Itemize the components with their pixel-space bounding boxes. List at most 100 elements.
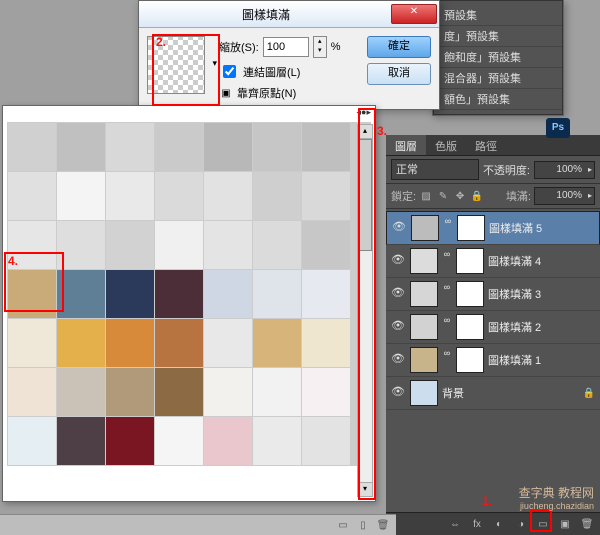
- lock-brush-icon[interactable]: ✎: [436, 189, 450, 203]
- pattern-swatch[interactable]: [155, 172, 203, 220]
- visibility-icon[interactable]: 👁: [390, 385, 406, 401]
- trash2-icon[interactable]: 🗑: [376, 518, 390, 532]
- pattern-swatch[interactable]: [155, 319, 203, 367]
- pattern-swatch[interactable]: [302, 123, 350, 171]
- pattern-swatch[interactable]: [8, 270, 56, 318]
- layer-row[interactable]: 👁∞圖樣填滿 3: [386, 278, 600, 311]
- layer-name[interactable]: 圖樣填滿 4: [488, 253, 596, 269]
- pattern-swatch[interactable]: [8, 319, 56, 367]
- lock-move-icon[interactable]: ✥: [453, 189, 467, 203]
- pattern-swatch[interactable]: [57, 221, 105, 269]
- lock-pixels-icon[interactable]: ▨: [419, 189, 433, 203]
- layer-name[interactable]: 圖樣填滿 5: [489, 220, 595, 236]
- pattern-swatch[interactable]: [302, 270, 350, 318]
- blend-mode-select[interactable]: 正常: [391, 159, 479, 180]
- pattern-swatch[interactable]: [155, 368, 203, 416]
- pattern-swatch[interactable]: [302, 368, 350, 416]
- pattern-swatch[interactable]: [204, 319, 252, 367]
- pattern-swatch[interactable]: [253, 270, 301, 318]
- pattern-swatch[interactable]: [204, 123, 252, 171]
- layer-row[interactable]: 👁∞圖樣填滿 5: [386, 211, 600, 245]
- adjustment-icon[interactable]: ◑: [514, 517, 528, 531]
- preset-item[interactable]: 飽和度」預設集: [434, 47, 562, 68]
- pattern-swatch[interactable]: [302, 417, 350, 465]
- layer-name[interactable]: 圖樣填滿 1: [488, 352, 596, 368]
- pattern-swatch[interactable]: [8, 368, 56, 416]
- pattern-swatch[interactable]: [106, 319, 154, 367]
- pattern-swatch[interactable]: [204, 172, 252, 220]
- pattern-swatch[interactable]: [204, 417, 252, 465]
- fill-input[interactable]: 100%: [534, 187, 595, 205]
- layer-thumb[interactable]: [410, 347, 438, 373]
- panel-tab[interactable]: 路徑: [466, 135, 506, 155]
- layer-row[interactable]: 👁∞圖樣填滿 2: [386, 311, 600, 344]
- cancel-button[interactable]: 取消: [367, 63, 431, 85]
- panel-tab[interactable]: 圖層: [386, 135, 426, 155]
- preset-item[interactable]: 度」預設集: [434, 26, 562, 47]
- layer-name[interactable]: 背景: [442, 385, 578, 401]
- folder-icon[interactable]: ▭: [536, 517, 550, 531]
- preset-item[interactable]: 混合器」預設集: [434, 68, 562, 89]
- pattern-swatch[interactable]: [155, 123, 203, 171]
- pattern-swatch[interactable]: [57, 172, 105, 220]
- pattern-swatch[interactable]: [57, 417, 105, 465]
- mask-thumb[interactable]: [456, 314, 484, 340]
- pattern-swatch[interactable]: [106, 221, 154, 269]
- pattern-swatch[interactable]: [106, 417, 154, 465]
- pattern-swatch[interactable]: [106, 123, 154, 171]
- mask-thumb[interactable]: [456, 281, 484, 307]
- visibility-icon[interactable]: 👁: [390, 286, 406, 302]
- pattern-swatch[interactable]: [302, 172, 350, 220]
- pattern-swatch[interactable]: [302, 221, 350, 269]
- scale-spinner[interactable]: ▴▾: [313, 36, 327, 58]
- layer-name[interactable]: 圖樣填滿 2: [488, 319, 596, 335]
- pattern-swatch[interactable]: [204, 221, 252, 269]
- doc-icon[interactable]: ▭: [336, 518, 350, 532]
- dialog-titlebar[interactable]: 圖樣填滿 ✕: [139, 1, 439, 28]
- pattern-swatch[interactable]: [204, 270, 252, 318]
- trash-icon[interactable]: 🗑: [580, 517, 594, 531]
- scrollbar[interactable]: ▴ ▾: [357, 124, 373, 497]
- pattern-swatch[interactable]: [155, 417, 203, 465]
- ok-button[interactable]: 確定: [367, 36, 431, 58]
- layer-name[interactable]: 圖樣填滿 3: [488, 286, 596, 302]
- scroll-down-icon[interactable]: ▾: [358, 482, 372, 496]
- pattern-swatch[interactable]: [106, 172, 154, 220]
- doc2-icon[interactable]: ▯: [356, 518, 370, 532]
- layer-thumb[interactable]: [410, 314, 438, 340]
- preset-item[interactable]: 預設集: [434, 5, 562, 26]
- pattern-swatch[interactable]: [8, 123, 56, 171]
- mask-thumb[interactable]: [457, 215, 485, 241]
- visibility-icon[interactable]: 👁: [390, 319, 406, 335]
- visibility-icon[interactable]: 👁: [390, 253, 406, 269]
- layer-row[interactable]: 👁背景🔒: [386, 377, 600, 410]
- pattern-swatch[interactable]: [253, 221, 301, 269]
- pattern-swatch[interactable]: [253, 319, 301, 367]
- link-icon[interactable]: ⇔: [448, 517, 462, 531]
- pattern-swatch[interactable]: [57, 270, 105, 318]
- pattern-swatch[interactable]: [155, 221, 203, 269]
- pattern-swatch[interactable]: [106, 368, 154, 416]
- visibility-icon[interactable]: 👁: [391, 220, 407, 236]
- pattern-swatch[interactable]: [253, 417, 301, 465]
- fx-icon[interactable]: fx: [470, 517, 484, 531]
- visibility-icon[interactable]: 👁: [390, 352, 406, 368]
- pattern-swatch[interactable]: [253, 123, 301, 171]
- pattern-swatch[interactable]: [302, 319, 350, 367]
- scale-input[interactable]: [263, 37, 309, 57]
- close-icon[interactable]: ✕: [391, 4, 437, 24]
- panel-tab[interactable]: 色版: [426, 135, 466, 155]
- pattern-swatch[interactable]: [8, 417, 56, 465]
- pattern-swatch[interactable]: [253, 172, 301, 220]
- mask-icon[interactable]: ◐: [492, 517, 506, 531]
- chevron-down-icon[interactable]: ▾: [212, 58, 217, 69]
- layer-row[interactable]: 👁∞圖樣填滿 1: [386, 344, 600, 377]
- scroll-thumb[interactable]: [358, 139, 372, 251]
- pattern-swatch[interactable]: [204, 368, 252, 416]
- layer-thumb[interactable]: [410, 281, 438, 307]
- pattern-swatch[interactable]: [57, 319, 105, 367]
- mask-thumb[interactable]: [456, 248, 484, 274]
- opacity-input[interactable]: 100%: [534, 161, 595, 179]
- pattern-swatch[interactable]: [253, 368, 301, 416]
- pattern-swatch[interactable]: [57, 368, 105, 416]
